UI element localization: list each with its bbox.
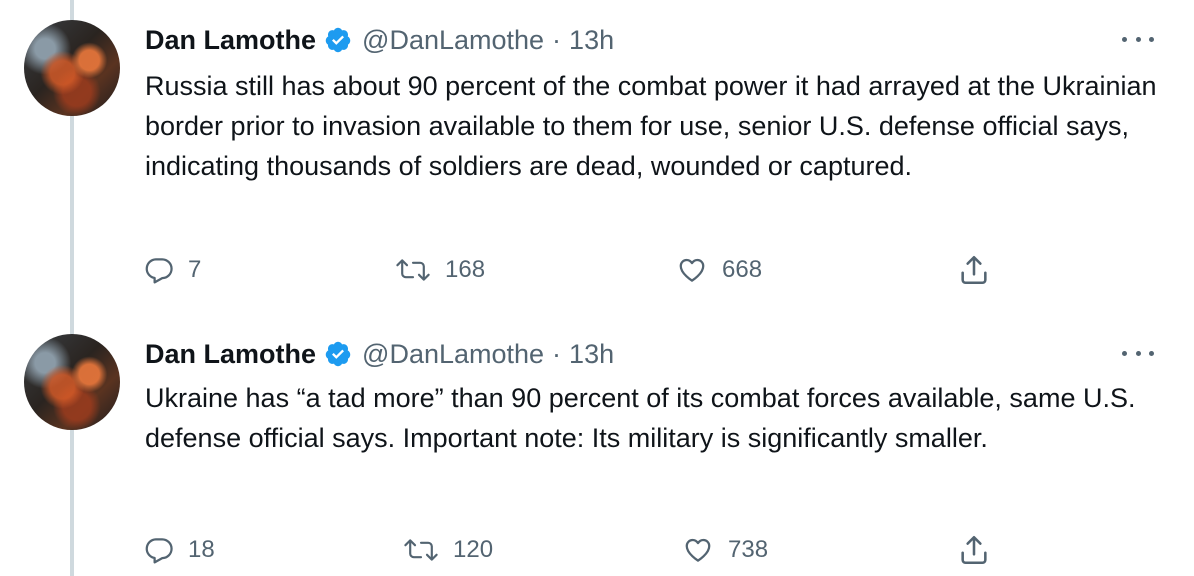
share-button[interactable] — [957, 526, 991, 574]
heart-icon — [682, 535, 714, 565]
tweet-text: Russia still has about 90 percent of the… — [145, 71, 1157, 181]
reply-bubble-icon — [144, 535, 174, 565]
more-dots-icon[interactable] — [1122, 34, 1154, 44]
tweet-2[interactable]: Dan Lamothe @DanLamothe · 13h Ukraine ha… — [0, 316, 1194, 576]
like-count: 668 — [722, 256, 763, 283]
tweet-header: Dan Lamothe @DanLamothe · 13h — [145, 336, 614, 372]
separator-dot: · — [552, 24, 562, 55]
retweet-icon — [395, 255, 431, 285]
like-count: 738 — [728, 536, 769, 563]
tweet-time[interactable]: 13h — [569, 339, 614, 370]
separator-dot: · — [552, 338, 562, 369]
tweet-header: Dan Lamothe @DanLamothe · 13h — [145, 22, 614, 58]
reply-bubble-icon — [144, 255, 174, 285]
verified-badge-icon — [324, 26, 352, 54]
retweet-button[interactable]: 120 — [403, 526, 493, 574]
share-button[interactable] — [957, 246, 991, 294]
more-dots-icon[interactable] — [1122, 348, 1154, 358]
retweet-button[interactable]: 168 — [395, 246, 485, 294]
share-upload-icon — [957, 533, 991, 567]
share-upload-icon — [957, 253, 991, 287]
avatar[interactable] — [24, 334, 120, 430]
author-name[interactable]: Dan Lamothe — [145, 25, 316, 56]
author-handle[interactable]: @DanLamothe — [362, 25, 544, 56]
author-name[interactable]: Dan Lamothe — [145, 339, 316, 370]
retweet-icon — [403, 535, 439, 565]
tweet-actions: 18 120 738 — [0, 526, 1194, 574]
retweet-count: 120 — [453, 536, 494, 563]
heart-icon — [676, 255, 708, 285]
reply-button[interactable]: 7 — [144, 246, 201, 294]
retweet-count: 168 — [445, 256, 486, 283]
avatar[interactable] — [24, 20, 120, 116]
verified-badge-icon — [324, 340, 352, 368]
reply-count: 18 — [188, 536, 215, 563]
like-button[interactable]: 738 — [682, 526, 768, 574]
like-button[interactable]: 668 — [676, 246, 762, 294]
reply-button[interactable]: 18 — [144, 526, 215, 574]
tweet-actions: 7 168 668 — [0, 246, 1194, 294]
reply-count: 7 — [188, 256, 202, 283]
tweet-text: Ukraine has “a tad more” than 90 percent… — [145, 383, 1136, 453]
author-handle[interactable]: @DanLamothe — [362, 339, 544, 370]
tweet-time[interactable]: 13h — [569, 25, 614, 56]
tweet-1[interactable]: Dan Lamothe @DanLamothe · 13h Russia sti… — [0, 0, 1194, 316]
